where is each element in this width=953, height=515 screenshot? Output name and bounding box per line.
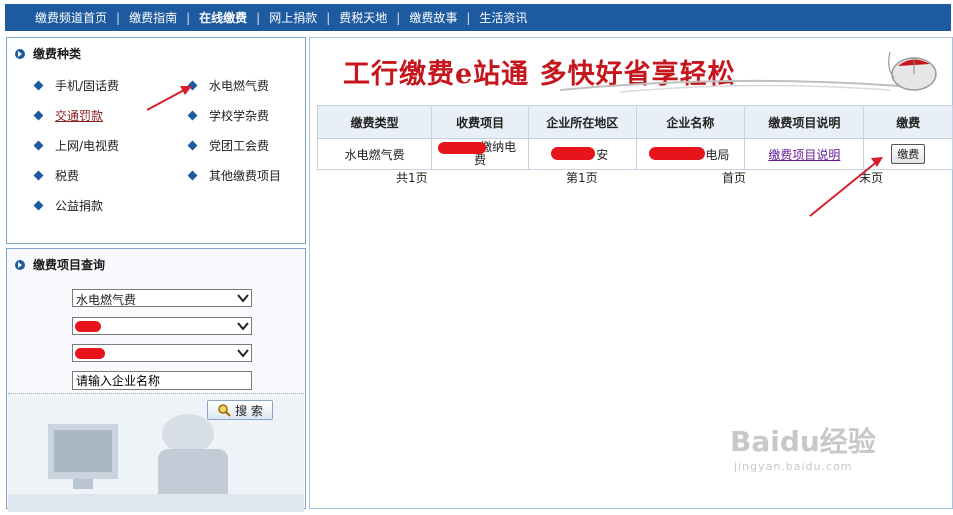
annotation-arrow [146, 86, 192, 111]
annotation-arrow [809, 157, 883, 217]
watermark-url: jingyan.baidu.com [734, 460, 853, 473]
baidu-watermark: Baidu经验 jingyan.baidu.com [730, 420, 876, 473]
watermark-brand: Baidu经验 [730, 425, 876, 458]
